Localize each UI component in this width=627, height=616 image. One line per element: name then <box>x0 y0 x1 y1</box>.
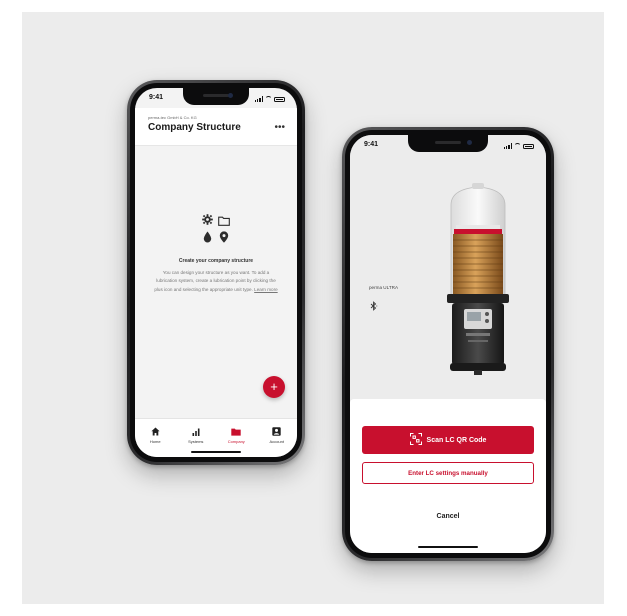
front-camera <box>228 93 233 98</box>
home-icon <box>135 426 176 436</box>
product-preview: perma ULTRA <box>350 135 546 401</box>
home-indicator <box>418 546 478 548</box>
status-icons <box>503 141 534 149</box>
phone-screen: 9:41 perma ULTRA Scan LC QR Code Enter L… <box>350 135 546 553</box>
tab-account[interactable]: Account <box>257 419 298 457</box>
signal-icon <box>254 96 263 102</box>
home-indicator <box>191 451 241 453</box>
tab-label: Account <box>269 439 284 444</box>
empty-state-icons <box>198 212 234 246</box>
add-button[interactable]: + <box>263 376 285 398</box>
account-icon <box>257 426 298 436</box>
company-name: perma-tec GmbH & Co. KG <box>148 115 197 120</box>
ellipsis-icon[interactable]: ••• <box>274 122 285 133</box>
drop-icon <box>203 230 212 243</box>
enter-settings-manually-button[interactable]: Enter LC settings manually <box>362 462 534 484</box>
page-header: perma-tec GmbH & Co. KG Company Structur… <box>135 108 297 146</box>
empty-state: Create your company structure You can de… <box>135 212 297 294</box>
speaker <box>435 141 461 144</box>
wifi-icon <box>514 143 521 149</box>
cancel-button[interactable]: Cancel <box>350 513 546 520</box>
page-title: Company Structure <box>148 122 241 133</box>
phone-notch <box>408 135 488 152</box>
gear-icon <box>202 212 213 225</box>
product-name: perma ULTRA <box>369 285 399 290</box>
tab-home[interactable]: Home <box>135 419 176 457</box>
front-camera <box>467 140 472 145</box>
phone-screen: 9:41 perma-tec GmbH & Co. KG Company Str… <box>135 88 297 457</box>
tab-label: Home <box>149 439 161 444</box>
status-time: 9:41 <box>149 94 164 101</box>
signal-icon <box>503 143 512 149</box>
status-time: 9:41 <box>364 141 379 148</box>
battery-icon <box>274 97 285 102</box>
action-sheet: Scan LC QR Code Enter LC settings manual… <box>350 399 546 553</box>
bar-chart-icon <box>176 426 217 436</box>
folder-icon <box>218 213 230 226</box>
qr-scan-icon <box>409 433 422 447</box>
battery-icon <box>523 144 534 149</box>
tab-bar: Home Systems Company Account <box>135 418 297 457</box>
background-panel: 9:41 perma-tec GmbH & Co. KG Company Str… <box>22 12 604 604</box>
speaker <box>203 94 229 97</box>
status-icons <box>254 94 285 102</box>
phone-notch <box>183 88 249 105</box>
lubricator-image <box>438 183 518 375</box>
scan-qr-label: Scan LC QR Code <box>426 436 487 444</box>
scan-qr-button[interactable]: Scan LC QR Code <box>362 426 534 454</box>
learn-more-link[interactable]: Learn more <box>254 287 278 292</box>
tab-label: Systems <box>188 439 204 444</box>
empty-state-description: You can design your structure as you wan… <box>152 269 280 294</box>
empty-state-heading: Create your company structure <box>178 258 254 264</box>
bluetooth-icon <box>370 298 378 311</box>
phone-company-structure: 9:41 perma-tec GmbH & Co. KG Company Str… <box>127 80 305 465</box>
phone-scan-lubricator: 9:41 perma ULTRA Scan LC QR Code Enter L… <box>342 127 554 561</box>
location-pin-icon <box>219 230 229 243</box>
tab-label: Company <box>227 439 245 444</box>
wifi-icon <box>265 96 272 102</box>
folder-icon <box>216 426 257 436</box>
